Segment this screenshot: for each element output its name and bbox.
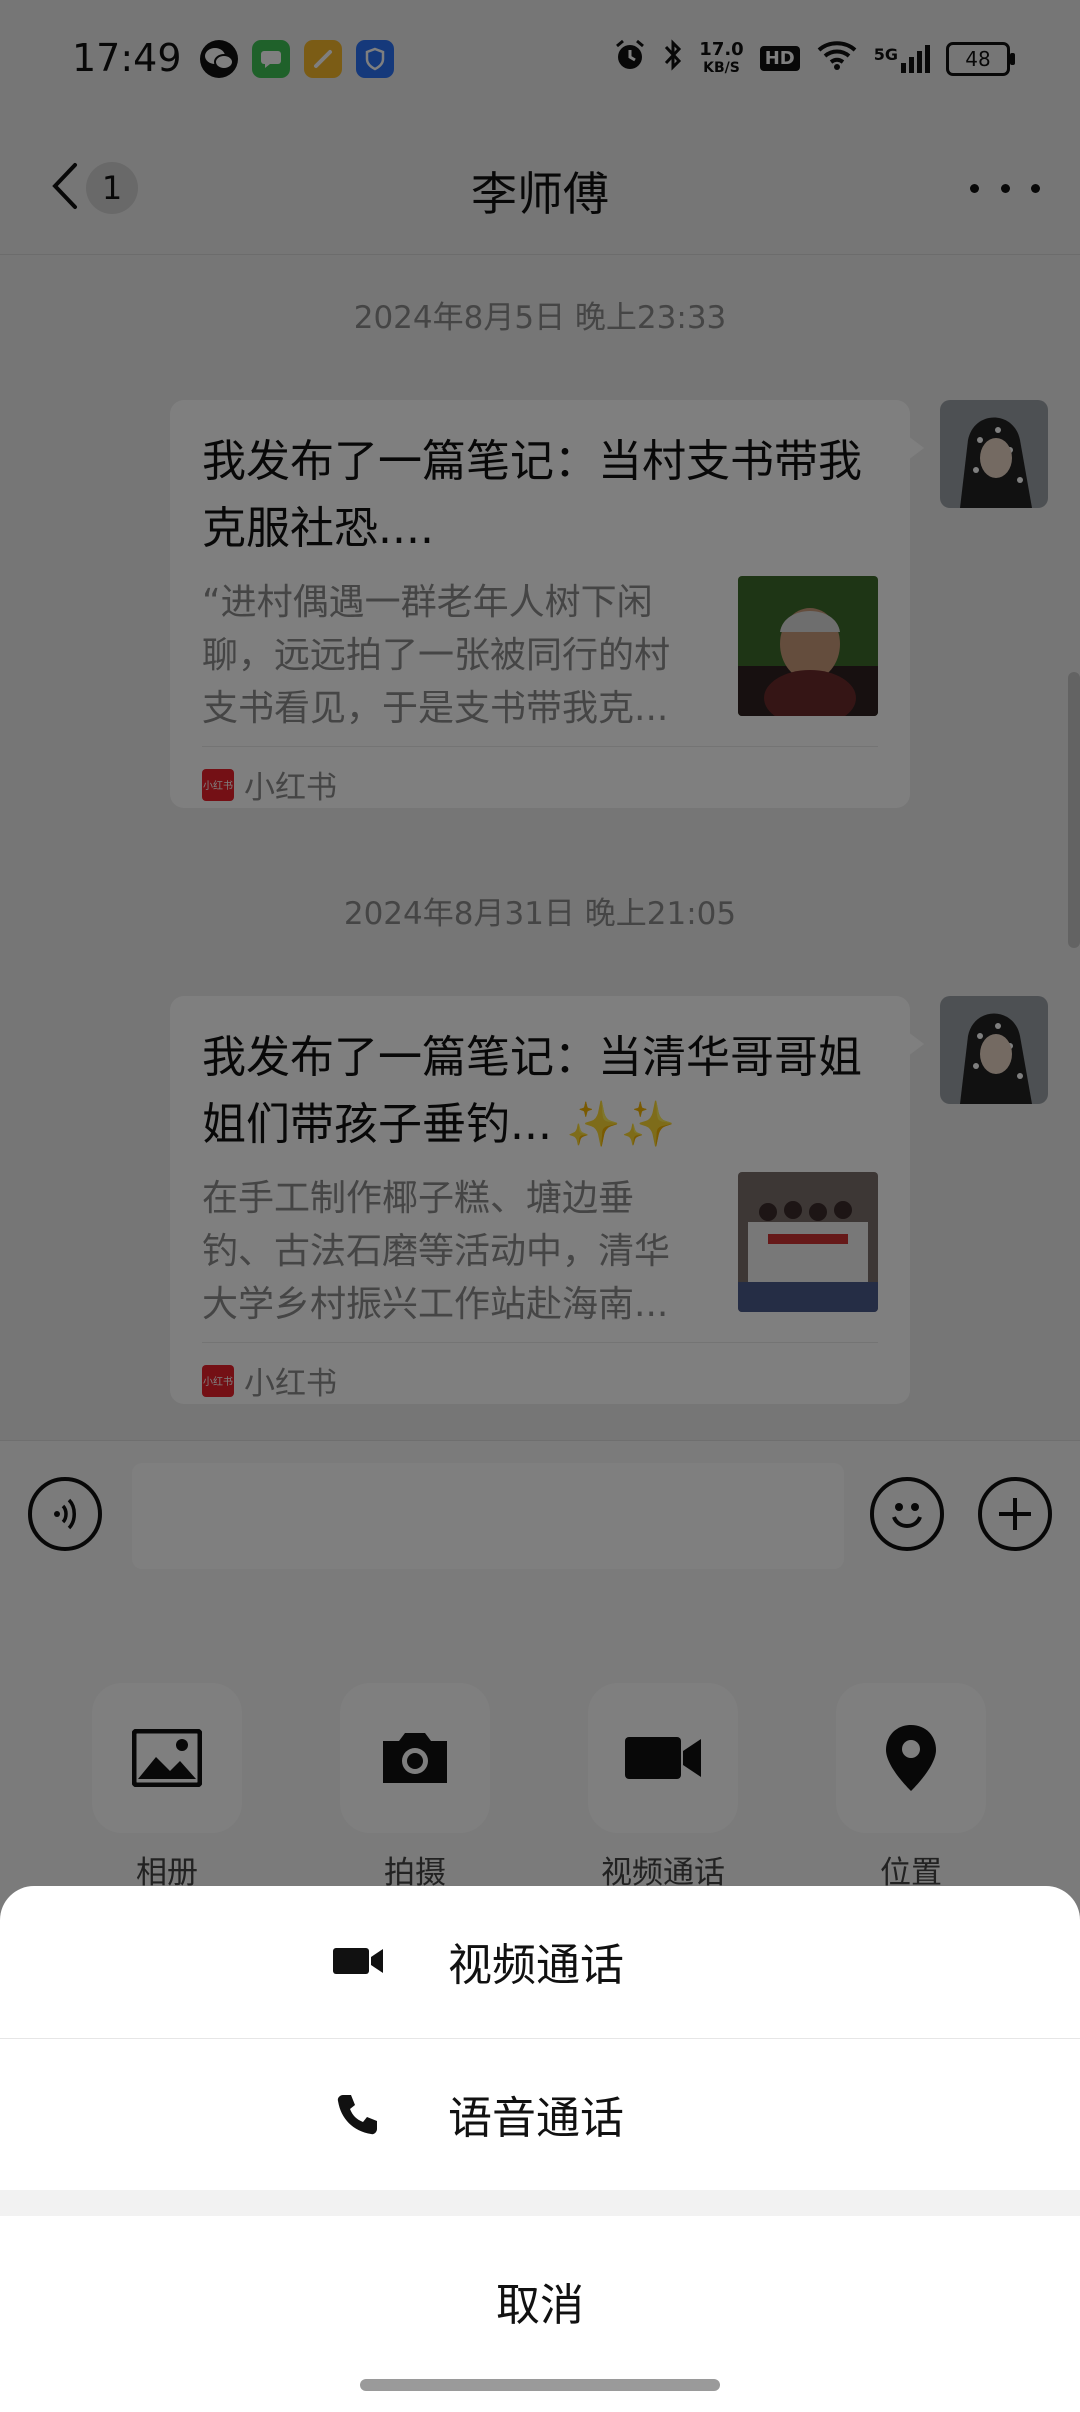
home-indicator[interactable] [360, 2379, 720, 2391]
video-call-label: 视频通话 [448, 1940, 624, 1991]
sheet-separator [0, 2190, 1080, 2216]
call-action-sheet: 视频通话 语音通话 取消 [0, 1886, 1080, 2412]
video-camera-icon [330, 1933, 386, 1989]
cancel-button[interactable]: 取消 [0, 2216, 1080, 2386]
voice-call-option[interactable]: 语音通话 [0, 2039, 1080, 2189]
voice-call-label: 语音通话 [448, 2093, 624, 2144]
chat-screen: 17:49 17.0 KB/S [0, 0, 1080, 2412]
video-call-option[interactable]: 视频通话 [0, 1886, 1080, 2036]
phone-icon [330, 2086, 386, 2142]
